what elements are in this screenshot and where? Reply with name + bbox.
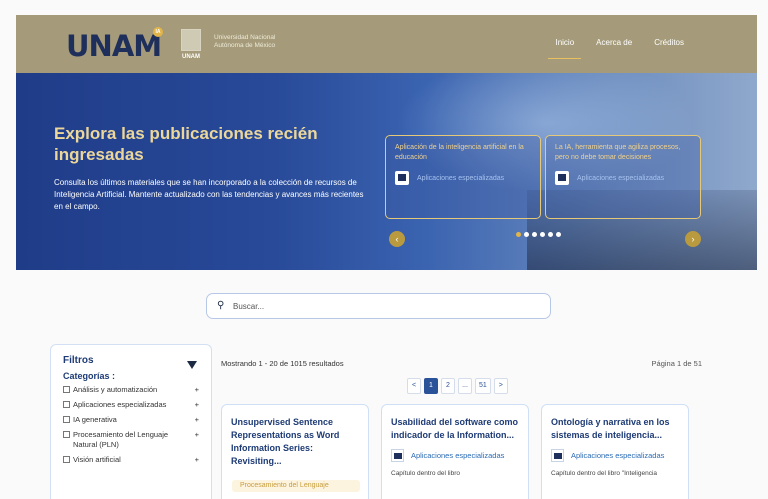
university-name-line1: Universidad Nacional (214, 34, 276, 41)
search-input[interactable] (233, 298, 533, 315)
hero-description: Consulta los últimos materiales que se h… (54, 178, 364, 211)
publication-card[interactable]: Unsupervised Sentence Representations as… (221, 404, 369, 499)
carousel-dot[interactable] (548, 232, 553, 237)
filters-title: Filtros (63, 355, 94, 366)
hero-banner: Explora las publicaciones recién ingresa… (16, 73, 757, 270)
publication-category: Aplicaciones especializadas (571, 451, 665, 460)
expand-icon[interactable]: + (195, 415, 199, 425)
checkbox[interactable] (63, 401, 70, 408)
filter-label: Análisis y automatización (73, 385, 158, 394)
hero-card-title: La IA, herramienta que agiliza procesos,… (555, 144, 681, 161)
publication-description: Capítulo dentro del libro "Inteligencia (551, 470, 658, 477)
hero-card-category: Aplicaciones especializadas (577, 174, 665, 182)
checkbox[interactable] (63, 431, 70, 438)
nav-creditos[interactable]: Créditos (643, 15, 695, 73)
university-seal-icon (181, 29, 201, 51)
category-tag: Procesamiento del Lenguaje (232, 480, 360, 492)
publication-category: Aplicaciones especializadas (411, 451, 505, 460)
hero-card[interactable]: Aplicación de la inteligencia artificial… (385, 135, 541, 219)
publication-description: Capítulo dentro del libro (391, 470, 461, 477)
pagination: < 1 2 ... 51 > (407, 378, 508, 394)
carousel-dot[interactable] (540, 232, 545, 237)
search-icon: ⚲ (217, 300, 225, 311)
pagination-page[interactable]: 1 (424, 378, 438, 394)
nav-acerca-de[interactable]: Acerca de (585, 15, 643, 73)
publication-title[interactable]: Usabilidad del software como indicador d… (391, 416, 519, 442)
main-nav: Inicio Acerca de Créditos (544, 15, 757, 73)
pagination-next[interactable]: > (493, 378, 508, 394)
page-indicator: Página 1 de 51 (651, 359, 702, 368)
nav-inicio[interactable]: Inicio (544, 15, 585, 73)
hero-title: Explora las publicaciones recién ingresa… (54, 124, 318, 164)
publication-card[interactable]: Usabilidad del software como indicador d… (381, 404, 529, 499)
categories-heading: Categorías : (63, 371, 116, 381)
expand-icon[interactable]: + (195, 455, 199, 465)
expand-icon[interactable]: + (195, 400, 199, 410)
pagination-ellipsis: ... (458, 378, 472, 394)
filter-label: Visión artificial (73, 455, 121, 464)
chevron-right-icon[interactable]: › (685, 231, 701, 247)
filter-funnel-icon[interactable] (187, 361, 197, 369)
expand-icon[interactable]: + (195, 385, 199, 395)
expand-icon[interactable]: + (195, 430, 199, 440)
filter-option[interactable]: Análisis y automatización + (63, 385, 199, 395)
carousel-dot[interactable] (556, 232, 561, 237)
publication-title[interactable]: Unsupervised Sentence Representations as… (231, 416, 359, 468)
university-name: Universidad Nacional Autónoma de México (214, 34, 275, 50)
unam-ia-logo[interactable]: UNAM (66, 29, 162, 63)
document-icon (551, 449, 564, 462)
top-header: UNAM IA UNAM Universidad Nacional Autóno… (16, 15, 757, 73)
seal-label: UNAM (182, 54, 200, 60)
filter-option[interactable]: Procesamiento del Lenguaje Natural (PLN)… (63, 430, 199, 450)
chevron-left-icon[interactable]: ‹ (389, 231, 405, 247)
pagination-page[interactable]: 51 (475, 378, 491, 394)
carousel-dot[interactable] (532, 232, 537, 237)
publication-title[interactable]: Ontología y narrativa en los sistemas de… (551, 416, 679, 442)
filters-panel: Filtros Categorías : Análisis y automati… (50, 344, 212, 499)
filter-option[interactable]: Aplicaciones especializadas + (63, 400, 199, 410)
document-icon (395, 171, 409, 185)
hero-card[interactable]: La IA, herramienta que agiliza procesos,… (545, 135, 701, 219)
carousel-dot[interactable] (516, 232, 521, 237)
filter-option[interactable]: Visión artificial + (63, 455, 199, 465)
filter-label: Aplicaciones especializadas (73, 400, 167, 409)
hero-card-title: Aplicación de la inteligencia artificial… (395, 144, 524, 161)
filter-label: IA generativa (73, 415, 117, 424)
pagination-prev[interactable]: < (407, 378, 421, 394)
carousel-dot[interactable] (524, 232, 529, 237)
results-summary: Mostrando 1 - 20 de 1015 resultados (221, 359, 344, 368)
search-bar: ⚲ (206, 293, 551, 319)
checkbox[interactable] (63, 456, 70, 463)
hero-card-category: Aplicaciones especializadas (417, 174, 505, 182)
university-name-line2: Autónoma de México (214, 42, 276, 49)
filter-option[interactable]: IA generativa + (63, 415, 199, 425)
carousel-dots (516, 232, 561, 237)
checkbox[interactable] (63, 386, 70, 393)
document-icon (391, 449, 404, 462)
document-icon (555, 171, 569, 185)
checkbox[interactable] (63, 416, 70, 423)
publication-card[interactable]: Ontología y narrativa en los sistemas de… (541, 404, 689, 499)
ia-badge: IA (153, 27, 163, 37)
pagination-page[interactable]: 2 (441, 378, 455, 394)
filter-label: Procesamiento del Lenguaje Natural (PLN) (73, 430, 169, 449)
